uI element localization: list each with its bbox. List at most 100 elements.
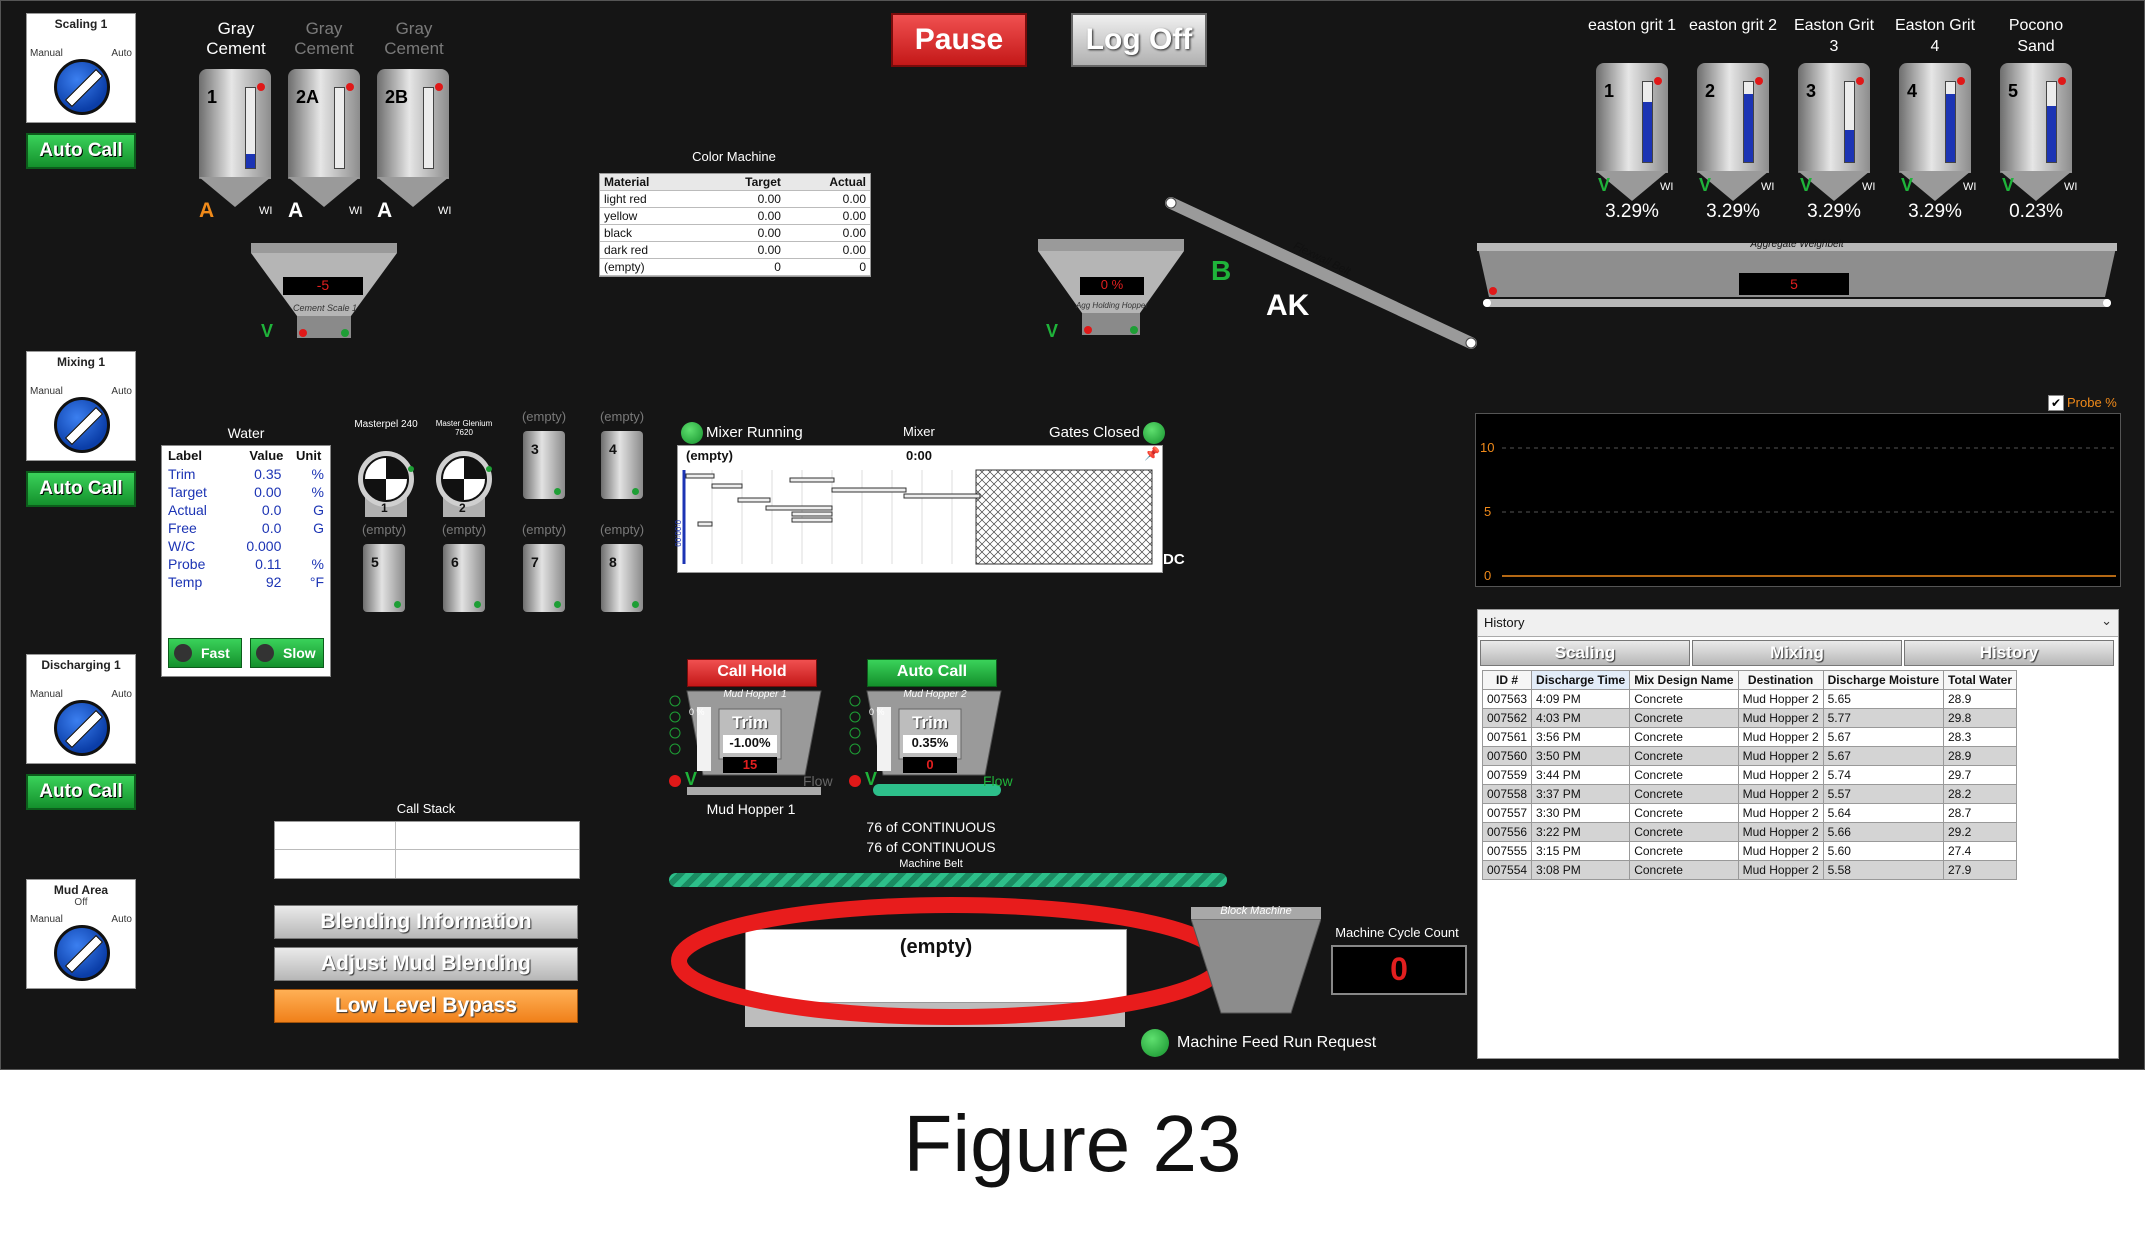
bin-level-fill <box>1845 130 1854 162</box>
mixing-auto-call-button[interactable]: Auto Call <box>26 471 136 507</box>
auto-label: Auto <box>111 914 132 925</box>
status-led <box>257 83 265 91</box>
figure-caption: Figure 23 <box>903 1099 1242 1188</box>
table-cell: Concrete <box>1629 708 1739 728</box>
pump-number: 2 <box>459 501 466 515</box>
history-dropdown[interactable]: History ⌄ <box>1478 610 2118 637</box>
table-cell: 007560 <box>1481 746 1533 766</box>
tank-label: (empty) <box>521 522 567 537</box>
table-cell: Mud Hopper 2 <box>1737 727 1824 747</box>
table-row[interactable]: 007555 3:15 PM Concrete Mud Hopper 2 5.60 27.… <box>1481 841 2018 861</box>
auto-label: Auto <box>111 689 132 700</box>
tab-mixing[interactable]: Mixing <box>1692 640 1902 666</box>
cement-silo-2a[interactable]: 2A <box>288 69 360 219</box>
table-row[interactable]: 007562 4:03 PM Concrete Mud Hopper 2 5.77 29.… <box>1481 708 2018 728</box>
status-led <box>435 83 443 91</box>
mud-hopper-1[interactable]: Mud Hopper 1 0 % Trim -1.00% 15 V Flow <box>665 687 835 797</box>
admix-pump-1[interactable]: 1 <box>353 449 419 519</box>
table-cell: 3:50 PM <box>1531 746 1631 766</box>
table-row[interactable]: 007561 3:56 PM Concrete Mud Hopper 2 5.67 28.… <box>1481 727 2018 747</box>
table-row[interactable]: 007558 3:37 PM Concrete Mud Hopper 2 5.57 28.… <box>1481 784 2018 804</box>
bin-wi-label: WI <box>1862 181 1876 193</box>
status-led <box>632 488 639 495</box>
mixing-switch-panel: Mixing 1 Manual Auto <box>26 351 136 461</box>
table-row[interactable]: 007556 3:22 PM Concrete Mud Hopper 2 5.66 29.… <box>1481 822 2018 842</box>
flexwall-belt[interactable] <box>1161 191 1481 361</box>
admix-pump-2[interactable]: 2 <box>431 449 497 519</box>
col-id[interactable]: ID # <box>1481 670 1533 690</box>
hopper-count: 15 <box>723 757 777 773</box>
col-mix-design[interactable]: Mix Design Name <box>1629 670 1739 690</box>
silo-wi-2: WI <box>349 205 363 217</box>
mud-hopper-2-auto-call-button[interactable]: Auto Call <box>867 659 997 687</box>
col-discharge-time[interactable]: Discharge Time <box>1531 670 1631 690</box>
admix-tank[interactable]: 3 <box>523 431 565 499</box>
aggregate-weighbelt[interactable]: Aggregate Weighbelt 5 <box>1477 239 2117 309</box>
col-total-water[interactable]: Total Water <box>1942 670 2018 690</box>
trim-value[interactable]: -1.00% <box>723 735 777 753</box>
col-destination[interactable]: Destination <box>1737 670 1824 690</box>
mud-hopper-2[interactable]: Mud Hopper 2 0 % Trim 0.35% 0 V Flow <box>845 687 1015 797</box>
scaling-switch-panel: Scaling 1 Manual Auto <box>26 13 136 123</box>
table-row[interactable]: 007560 3:50 PM Concrete Mud Hopper 2 5.67 28.… <box>1481 746 2018 766</box>
admix-tank[interactable]: 6 <box>443 544 485 612</box>
probe-plot <box>1502 447 2116 577</box>
block-machine[interactable]: Block Machine <box>1190 901 1322 1017</box>
color-machine-title: Color Machine <box>692 149 776 164</box>
table-cell: 007556 <box>1481 822 1533 842</box>
cm-header-target: Target <box>701 174 785 191</box>
water-cell: 0.000 <box>246 538 282 554</box>
pause-button[interactable]: Pause <box>891 13 1027 67</box>
machine-belt[interactable] <box>669 873 1227 887</box>
table-row[interactable]: 007563 4:09 PM Concrete Mud Hopper 2 5.65 28.… <box>1481 689 2018 709</box>
auto-label: Auto <box>111 386 132 397</box>
cm-header-actual: Actual <box>784 174 870 191</box>
blending-information-button[interactable]: Blending Information <box>274 905 578 939</box>
water-row: Actual 0.0 G <box>162 501 330 519</box>
cement-v-label: V <box>261 321 274 341</box>
discharging-auto-call-button[interactable]: Auto Call <box>26 774 136 810</box>
table-row[interactable]: 007557 3:30 PM Concrete Mud Hopper 2 5.64 28.… <box>1481 803 2018 823</box>
aggregate-name: easton grit 1 <box>1587 17 1677 34</box>
admix-tank[interactable]: 4 <box>601 431 643 499</box>
cement-silo-1[interactable]: 1 <box>199 69 271 219</box>
tank-label: (empty) <box>599 522 645 537</box>
bin-number: 2 <box>1705 81 1716 101</box>
admix-tank[interactable]: 5 <box>363 544 405 612</box>
table-row[interactable]: 007554 3:08 PM Concrete Mud Hopper 2 5.58 27.… <box>1481 860 2018 880</box>
pin-icon[interactable]: 📌 <box>1144 446 1160 462</box>
status-led <box>554 488 561 495</box>
admix-tank[interactable]: 8 <box>601 544 643 612</box>
slow-button[interactable]: Slow <box>250 638 324 668</box>
table-cell: 4:09 PM <box>1531 689 1631 709</box>
call-hold-button[interactable]: Call Hold <box>687 659 817 687</box>
mode-knob[interactable] <box>54 59 110 115</box>
scaling-auto-call-button[interactable]: Auto Call <box>26 133 136 169</box>
mud-area-switch-panel: Mud Area Off Manual Auto <box>26 879 136 989</box>
bin-level-gauge <box>1945 81 1956 163</box>
color-machine-row: light red 0.00 0.00 <box>600 190 870 208</box>
slow-label: Slow <box>283 645 316 661</box>
status-led <box>1856 77 1864 85</box>
tab-scaling[interactable]: Scaling <box>1480 640 1690 666</box>
mode-knob[interactable] <box>54 925 110 981</box>
col-discharge-moisture[interactable]: Discharge Moisture <box>1822 670 1945 690</box>
probe-tick-0: 0 <box>1484 568 1492 583</box>
admix-tank[interactable]: 7 <box>523 544 565 612</box>
silo-number: 1 <box>207 87 218 107</box>
low-level-bypass-button[interactable]: Low Level Bypass <box>274 989 578 1023</box>
table-row[interactable]: 007559 3:44 PM Concrete Mud Hopper 2 5.74 29.… <box>1481 765 2018 785</box>
hopper-percent: 0 % <box>869 707 885 717</box>
probe-checkbox[interactable]: ✔ <box>2048 395 2064 411</box>
tab-history[interactable]: History <box>1904 640 2114 666</box>
table-cell: 29.8 <box>1942 708 2018 728</box>
bin-v-label: V <box>2002 175 2015 195</box>
trim-value[interactable]: 0.35% <box>903 735 957 753</box>
fast-button[interactable]: Fast <box>168 638 242 668</box>
mode-knob[interactable] <box>54 397 110 453</box>
mode-knob[interactable] <box>54 700 110 756</box>
hopper-percent: 0 % <box>689 707 705 717</box>
log-off-button[interactable]: Log Off <box>1071 13 1207 67</box>
adjust-mud-blending-button[interactable]: Adjust Mud Blending <box>274 947 578 981</box>
cement-silo-2b[interactable]: 2B <box>377 69 449 219</box>
